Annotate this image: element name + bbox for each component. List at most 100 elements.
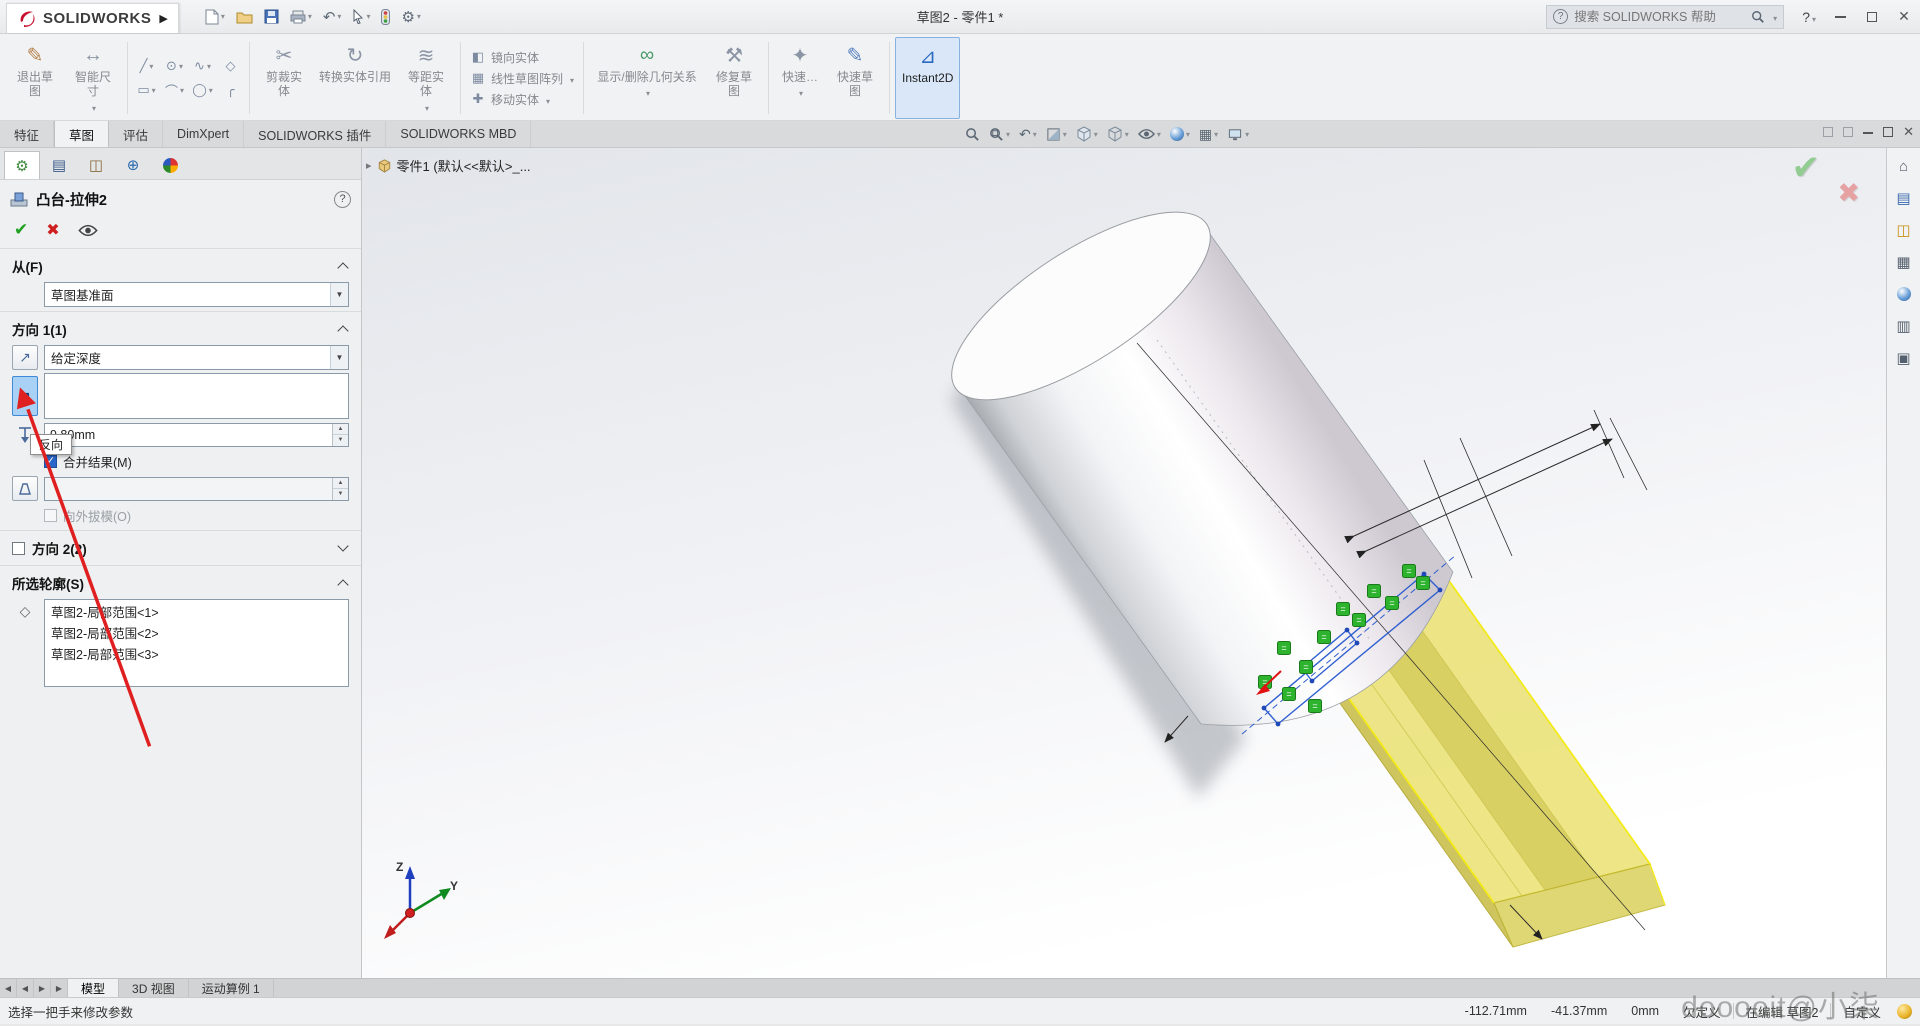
exit-sketch-button[interactable]: ✎ 退出草图: [6, 37, 64, 119]
tab-mbd[interactable]: SOLIDWORKS MBD: [386, 121, 531, 147]
close-button[interactable]: ✕: [1888, 0, 1920, 33]
configuration-manager-tab[interactable]: ◫: [78, 151, 114, 179]
forum-icon[interactable]: ▣: [1893, 348, 1915, 368]
line-tool[interactable]: ╱: [133, 55, 160, 78]
undo-button[interactable]: ↶: [319, 4, 346, 30]
spin-down-icon[interactable]: ▼: [333, 489, 348, 500]
polygon-tool[interactable]: ◇: [217, 55, 244, 78]
selected-contours-list[interactable]: 草图2-局部范围<1> 草图2-局部范围<2> 草图2-局部范围<3>: [44, 599, 349, 687]
print-button[interactable]: [286, 4, 316, 30]
expand-chevron-icon[interactable]: [337, 542, 349, 554]
spin-down-icon[interactable]: ▼: [333, 435, 348, 446]
scroll-first-button[interactable]: ◀: [0, 979, 17, 997]
depth-input[interactable]: [45, 424, 332, 446]
scroll-left-button[interactable]: ◀: [17, 979, 34, 997]
options-button[interactable]: ⚙: [397, 4, 424, 30]
home-icon[interactable]: ⌂: [1893, 156, 1915, 176]
rectangle-tool[interactable]: ▭: [133, 79, 160, 102]
contour-item[interactable]: 草图2-局部范围<1>: [45, 601, 348, 622]
custom-properties-icon[interactable]: ▥: [1893, 316, 1915, 336]
previous-view-button[interactable]: ↶: [1016, 122, 1040, 146]
doc-close-icon[interactable]: ✕: [1903, 124, 1914, 140]
section-view-button[interactable]: [1043, 122, 1070, 146]
view-settings-button[interactable]: [1224, 122, 1252, 146]
doc-window-icon-2[interactable]: [1843, 127, 1853, 137]
open-button[interactable]: [232, 4, 257, 30]
new-document-button[interactable]: [201, 4, 229, 30]
confirmation-ok-icon[interactable]: ✔: [1792, 148, 1821, 188]
quick-snaps-button[interactable]: ✦ 快速…: [774, 37, 826, 119]
arc-tool[interactable]: ⌒: [161, 79, 188, 102]
cancel-button[interactable]: ✖: [46, 220, 59, 240]
spin-up-icon[interactable]: ▲: [333, 478, 348, 490]
section-direction1[interactable]: 方向 1(1): [0, 316, 361, 342]
rebuild-button[interactable]: [377, 4, 394, 30]
search-input[interactable]: [1574, 10, 1745, 24]
maximize-button[interactable]: [1856, 0, 1888, 33]
tab-sketch[interactable]: 草图: [54, 121, 109, 147]
draft-angle-spinner[interactable]: ▲▼: [44, 477, 349, 501]
display-style-button[interactable]: [1104, 122, 1132, 146]
tab-dimxpert[interactable]: DimXpert: [163, 121, 244, 147]
repair-sketch-button[interactable]: ⚒ 修复草图: [705, 37, 763, 119]
convert-entities-button[interactable]: ↻ 转换实体引用: [313, 37, 397, 119]
contour-item[interactable]: 草图2-局部范围<2>: [45, 622, 348, 643]
flyout-tree-arrow-icon[interactable]: ▸: [366, 159, 372, 172]
ellipse-tool[interactable]: ◯: [189, 79, 216, 102]
file-explorer-icon[interactable]: ◫: [1893, 220, 1915, 240]
tab-motion-study[interactable]: 运动算例 1: [189, 979, 274, 997]
apply-scene-button[interactable]: ▦: [1196, 122, 1221, 146]
collapse-chevron-icon[interactable]: [337, 260, 349, 272]
move-entities-button[interactable]: ✚ 移动实体: [470, 90, 574, 109]
contour-item[interactable]: 草图2-局部范围<3>: [45, 643, 348, 664]
direction-reference-button[interactable]: ↗: [12, 376, 38, 416]
solidworks-menu[interactable]: SOLIDWORKS ▶: [6, 3, 179, 33]
search-scope-caret[interactable]: [1771, 9, 1777, 24]
tab-3d-views[interactable]: 3D 视图: [119, 979, 189, 997]
zoom-fit-button[interactable]: [962, 122, 983, 146]
direction-reference-box[interactable]: [44, 373, 349, 419]
section-selected-contours[interactable]: 所选轮廓(S): [0, 570, 361, 596]
help-button[interactable]: ?: [1794, 9, 1824, 25]
trim-entities-button[interactable]: ✂ 剪裁实体: [255, 37, 313, 119]
offset-entities-button[interactable]: ≋ 等距实体: [397, 37, 455, 119]
preview-eye-button[interactable]: [78, 224, 98, 237]
draft-outward-checkbox[interactable]: [44, 509, 57, 522]
doc-window-icon-1[interactable]: [1823, 127, 1833, 137]
3d-scene[interactable]: =: [362, 148, 1886, 978]
display-delete-relations-button[interactable]: ∞ 显示/删除几何关系: [589, 37, 705, 119]
zoom-area-button[interactable]: [986, 122, 1013, 146]
view-palette-icon[interactable]: ▦: [1893, 252, 1915, 272]
mirror-entities-button[interactable]: ◧ 镜向实体: [470, 48, 574, 67]
view-orientation-button[interactable]: [1073, 122, 1101, 146]
fillet-tool[interactable]: ╭: [217, 79, 244, 102]
collapse-chevron-icon[interactable]: [337, 577, 349, 589]
select-button[interactable]: [348, 4, 374, 30]
confirmation-cancel-icon[interactable]: ✖: [1837, 178, 1860, 209]
instant2d-button[interactable]: ⊿ Instant2D: [895, 37, 960, 119]
depth-spinner[interactable]: ▲▼: [44, 423, 349, 447]
linear-pattern-button[interactable]: ▦ 线性草图阵列: [470, 69, 574, 88]
from-plane-select[interactable]: 草图基准面 ▼: [44, 282, 349, 307]
quick-tip-globe-icon[interactable]: [1897, 1004, 1912, 1019]
tab-features[interactable]: 特征: [0, 121, 54, 147]
spin-up-icon[interactable]: ▲: [333, 424, 348, 436]
section-direction2[interactable]: 方向 2(2): [0, 535, 361, 561]
property-manager-tab[interactable]: ⚙: [4, 151, 40, 179]
dropdown-arrow-icon[interactable]: ▼: [330, 346, 348, 369]
draft-angle-input[interactable]: [45, 478, 332, 500]
appearances-icon[interactable]: [1893, 284, 1915, 304]
custom-toolbar-label[interactable]: 自定义: [1831, 1002, 1893, 1021]
scroll-last-button[interactable]: ▶: [51, 979, 68, 997]
dimxpert-manager-tab[interactable]: ⊕: [115, 151, 151, 179]
merge-result-checkbox[interactable]: [44, 455, 57, 468]
section-from[interactable]: 从(F): [0, 253, 361, 279]
end-condition-select[interactable]: 给定深度 ▼: [44, 345, 349, 370]
edit-appearance-button[interactable]: [1167, 122, 1193, 146]
dropdown-arrow-icon[interactable]: ▼: [330, 283, 348, 306]
rapid-sketch-button[interactable]: ✎ 快速草图: [826, 37, 884, 119]
hide-show-items-button[interactable]: [1135, 122, 1164, 146]
collapse-chevron-icon[interactable]: [337, 323, 349, 335]
tab-model[interactable]: 模型: [68, 979, 119, 997]
property-help-icon[interactable]: ?: [334, 191, 351, 208]
